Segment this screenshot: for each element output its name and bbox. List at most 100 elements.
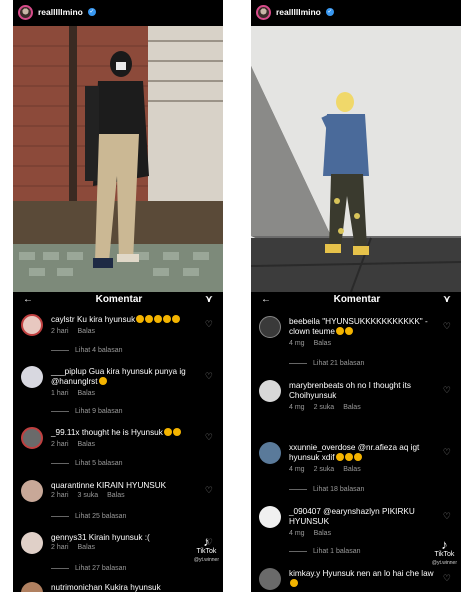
avatar[interactable] [21,480,43,502]
reply-button[interactable]: Balas [107,492,125,499]
comment-username[interactable]: gennys31 [51,533,87,542]
reply-button[interactable]: Balas [78,328,96,335]
view-replies-button[interactable]: Lihat 1 balasan [289,548,360,555]
comment-time: 2 hari [51,441,69,448]
comment-time: 2 hari [51,492,69,499]
heart-icon[interactable]: ♡ [443,321,451,332]
view-replies-button[interactable]: Lihat 5 balasan [51,460,122,467]
view-replies-button[interactable]: Lihat 18 balasan [289,486,364,493]
like-count: 2 suka [313,466,335,473]
comment-item: _090407 @earynshazlyn PIKIRKU HYUNSUK 4 … [259,506,455,561]
post-photo[interactable] [13,26,223,292]
view-replies-button[interactable]: Lihat 9 balasan [51,408,122,415]
comment-time: 4 mg [289,404,305,411]
tiktok-brand: TikTok [434,551,455,558]
avatar[interactable] [21,427,43,449]
reply-button[interactable]: Balas [343,466,361,473]
view-replies-button[interactable]: Lihat 4 balasan [51,347,122,354]
comment-username[interactable]: xxunnie_overdose [289,443,355,452]
comment-time: 4 mg [289,530,305,537]
comment-username[interactable]: beebeila [289,317,320,326]
comment-username[interactable]: _090407 [289,507,321,516]
comment-text: Ku kira hyunsuk [76,315,136,324]
avatar[interactable] [259,506,281,528]
avatar[interactable] [21,582,43,592]
like-count: 2 suka [313,404,335,411]
verified-badge-icon: ✓ [325,8,334,16]
avatar[interactable] [259,380,281,402]
comment-username[interactable]: caylstr [51,315,75,324]
comment-text: Hyunsuk nen an lo hai che law [322,569,434,578]
back-arrow-icon[interactable]: ← [23,294,33,305]
reply-button[interactable]: Balas [314,530,332,537]
comment-time: 2 hari [51,328,69,335]
comment-item: kimkay.y Hyunsuk nen an lo hai che law ♡ [259,568,455,592]
reply-button[interactable]: Balas [78,390,96,397]
heart-icon[interactable]: ♡ [443,447,451,458]
emoji-icon [335,453,344,461]
avatar[interactable] [256,4,271,20]
emoji-icon [344,453,353,461]
heart-icon[interactable]: ♡ [205,485,213,496]
avatar[interactable] [259,316,281,338]
avatar[interactable] [18,4,33,20]
avatar[interactable] [21,314,43,336]
photo-drawing [251,26,461,292]
comment-item: beebeila "HYUNSUKKKKKKKKKKK" - clown teu… [259,316,455,376]
username[interactable]: realllllmino [276,7,321,17]
tiktok-handle: @yt.winner [193,557,219,563]
comment-time: 4 mg [289,466,305,473]
comment-username[interactable]: ___piplup [51,367,87,376]
comment-item: ___piplup Gua kira hyunsuk punya ig @han… [21,366,217,416]
reply-button[interactable]: Balas [343,404,361,411]
view-replies-button[interactable]: Lihat 27 balasan [51,565,126,572]
username[interactable]: realllllmino [38,7,83,17]
comment-username[interactable]: kimkay.y [289,569,320,578]
comment-username[interactable]: marybrenbeats [289,381,344,390]
comments-title: Komentar [95,293,143,305]
heart-icon[interactable]: ♡ [443,573,451,584]
comment-username[interactable]: quarantinne [51,481,94,490]
avatar[interactable] [21,366,43,388]
heart-icon[interactable]: ♡ [205,371,213,382]
share-icon[interactable]: ⋎ [205,294,213,305]
reply-button[interactable]: Balas [314,340,332,347]
comments-panel-right: ← Komentar ⋎ beebeila "HYUNSUKKKKKKKKKKK… [251,292,461,592]
photo-drawing [13,26,223,292]
emoji-icon [344,327,353,335]
comment-item: nutrimonichan Kukira hyunsuk [21,582,217,592]
heart-icon[interactable]: ♡ [443,511,451,522]
heart-icon[interactable]: ♡ [205,432,213,443]
verified-badge-icon: ✓ [87,8,96,16]
emoji-icon [172,315,181,323]
view-replies-button[interactable]: Lihat 25 balasan [51,513,126,520]
comment-username[interactable]: nutrimonichan [51,583,102,592]
tiktok-handle: @yt.winner [431,560,457,566]
emoji-icon [172,428,181,436]
comment-username[interactable]: _99.11x [51,428,80,437]
emoji-icon [136,315,145,323]
avatar[interactable] [259,568,281,590]
comment-time: 2 hari [51,544,69,551]
avatar[interactable] [21,532,43,554]
view-replies-button[interactable]: Lihat 21 balasan [289,360,364,367]
post-panel-right: realllllmino ✓ [251,0,461,292]
share-icon[interactable]: ⋎ [443,294,451,305]
post-photo[interactable] [251,26,461,292]
comments-panel-left: ← Komentar ⋎ caylstr Ku kira hyunsuk 2 h… [13,292,223,592]
post-header: realllllmino ✓ [251,0,461,24]
reply-button[interactable]: Balas [78,441,96,448]
heart-icon[interactable]: ♡ [205,319,213,330]
reply-button[interactable]: Balas [78,544,96,551]
tiktok-watermark: ♪ TikTok @yt.winner [432,538,457,567]
comment-item: caylstr Ku kira hyunsuk 2 hari Balas ♡ Li… [21,314,217,364]
comment-item: quarantinne KIRAIN HYUNSUK 2 hari 3 suka B… [21,480,217,530]
back-arrow-icon[interactable]: ← [261,294,271,305]
avatar[interactable] [259,442,281,464]
comment-item: gennys31 Kirain hyunsuk :( 2 hari Balas ♡… [21,532,217,577]
heart-icon[interactable]: ♡ [443,385,451,396]
tiktok-logo-icon: ♪ [203,534,210,549]
post-panel-left: realllllmino ✓ [13,0,223,292]
comment-text: Kukira hyunsuk [104,583,161,592]
post-header: realllllmino ✓ [13,0,223,24]
